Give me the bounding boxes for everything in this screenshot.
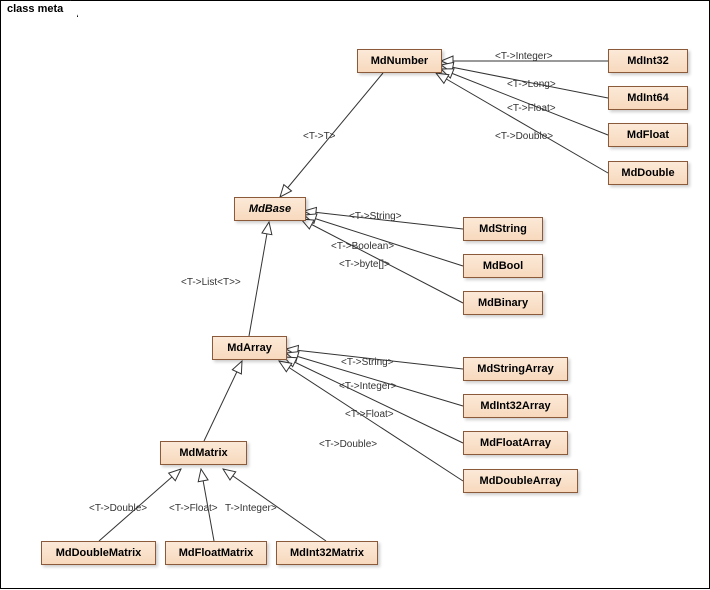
label-t-double: <T->Double> (495, 131, 553, 142)
class-mdbinary: MdBinary (463, 291, 543, 315)
label-t-list-t: <T->List<T>> (181, 277, 241, 288)
label-t-float2: <T->Float> (345, 409, 394, 420)
class-mdstringarray: MdStringArray (463, 357, 568, 381)
class-mdint32: MdInt32 (608, 49, 688, 73)
label-t-integer: <T->Integer> (495, 51, 553, 62)
label-t-boolean: <T->Boolean> (331, 241, 394, 252)
label-t-string: <T->String> (349, 211, 402, 222)
class-mddouble: MdDouble (608, 161, 688, 185)
edges-layer (1, 1, 710, 590)
class-mdbase: MdBase (234, 197, 306, 221)
label-t-t: <T->T> (303, 131, 336, 142)
label-t-byte: <T->byte[]> (339, 259, 390, 270)
class-mdint32array: MdInt32Array (463, 394, 568, 418)
class-mddoublearray: MdDoubleArray (463, 469, 578, 493)
label-t-double3: <T->Double> (89, 503, 147, 514)
label-t-integer3: T->Integer> (225, 503, 277, 514)
class-mdfloatarray: MdFloatArray (463, 431, 568, 455)
class-mdfloatmatrix: MdFloatMatrix (165, 541, 267, 565)
class-mdmatrix: MdMatrix (160, 441, 247, 465)
label-t-integer2: <T->Integer> (339, 381, 397, 392)
class-mdint32matrix: MdInt32Matrix (276, 541, 378, 565)
label-t-long: <T->Long> (507, 79, 556, 90)
diagram-frame: class meta MdNumber MdInt32 Md (0, 0, 710, 589)
class-mdint64: MdInt64 (608, 86, 688, 110)
frame-title: class meta (0, 0, 78, 17)
class-mdbool: MdBool (463, 254, 543, 278)
label-t-float3: <T->Float> (169, 503, 218, 514)
label-t-double2: <T->Double> (319, 439, 377, 450)
class-mdstring: MdString (463, 217, 543, 241)
class-mddoublematrix: MdDoubleMatrix (41, 541, 156, 565)
label-t-string2: <T->String> (341, 357, 394, 368)
class-mdfloat: MdFloat (608, 123, 688, 147)
label-t-float: <T->Float> (507, 103, 556, 114)
class-mdarray: MdArray (212, 336, 287, 360)
class-mdnumber: MdNumber (357, 49, 442, 73)
